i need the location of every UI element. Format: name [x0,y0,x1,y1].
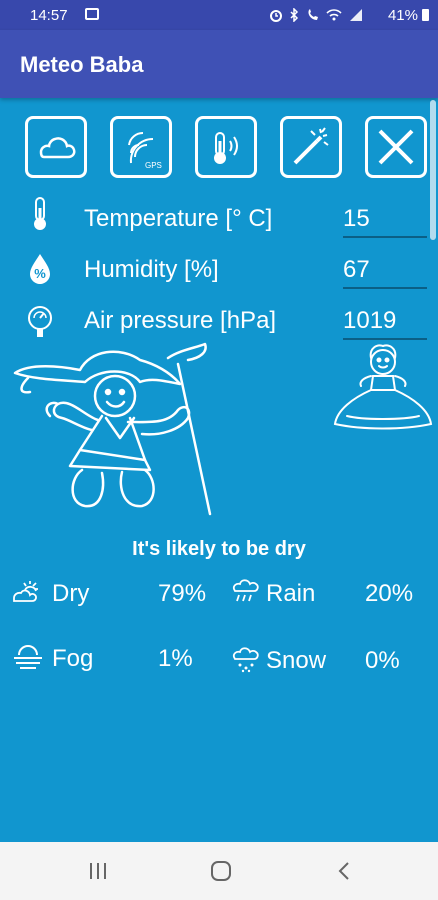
svg-text:%: % [34,266,46,281]
recents-icon [90,863,106,879]
home-button[interactable] [207,858,235,884]
alarm-icon [269,9,282,22]
air-pressure-value[interactable]: 1019 [343,307,427,340]
temperature-label: Temperature [° C] [84,205,273,232]
app-title: Meteo Baba [20,52,144,77]
humidity-label: Humidity [%] [84,256,219,283]
battery-icon [422,9,429,21]
doll-figure [333,344,433,430]
snow-icon [232,647,259,673]
humidity-value[interactable]: 67 [343,256,427,289]
forecast-snow-value: 0% [365,647,400,674]
thermometer-sound-button[interactable] [195,116,257,178]
gps-caption: GPS [145,161,162,170]
forecast-rain-label: Rain [266,580,316,607]
air-pressure-label: Air pressure [hPa] [84,307,277,334]
bluetooth-icon [290,6,299,23]
wifi-calling-icon [308,8,318,20]
recents-button[interactable] [84,858,112,884]
navigation-bar [0,842,438,900]
thermometer-sound-icon [214,132,238,164]
status-bar: 14:57 41% [0,0,438,30]
gps-button[interactable]: GPS [110,116,172,178]
forecast-headline: It's likely to be dry [132,538,306,560]
cloud-icon [39,137,76,159]
back-icon [338,862,349,880]
scroll-indicator [430,100,436,240]
forecast-fog-label: Fog [52,645,94,672]
forecast-rain-value: 20% [365,580,414,607]
temperature-value[interactable]: 15 [343,205,427,238]
close-button[interactable] [365,116,427,178]
rain-icon [232,579,259,602]
close-icon [378,129,414,165]
wifi-icon [326,8,342,21]
magic-wand-button[interactable] [280,116,342,178]
status-icons [269,6,364,23]
back-button[interactable] [330,858,358,884]
baba-figure [13,342,212,516]
magic-wand-icon [293,127,329,165]
cloud-button[interactable] [25,116,87,178]
battery-percent: 41% [387,7,418,24]
signal-icon [350,8,362,21]
forecast-dry-label: Dry [52,580,90,607]
status-time: 14:57 [30,7,68,24]
sun-cloud-icon [13,581,38,602]
fog-icon [14,645,42,669]
home-icon [211,861,231,881]
barometer-icon [28,306,52,337]
image-icon [85,8,99,20]
app-bar: Meteo Baba [0,30,438,98]
thermometer-icon [34,197,46,230]
forecast-fog-value: 1% [158,645,193,672]
gps-icon: GPS [128,131,162,170]
forecast-snow-label: Snow [266,647,327,674]
humidity-icon: % [30,254,50,284]
forecast-dry-value: 79% [158,580,207,607]
